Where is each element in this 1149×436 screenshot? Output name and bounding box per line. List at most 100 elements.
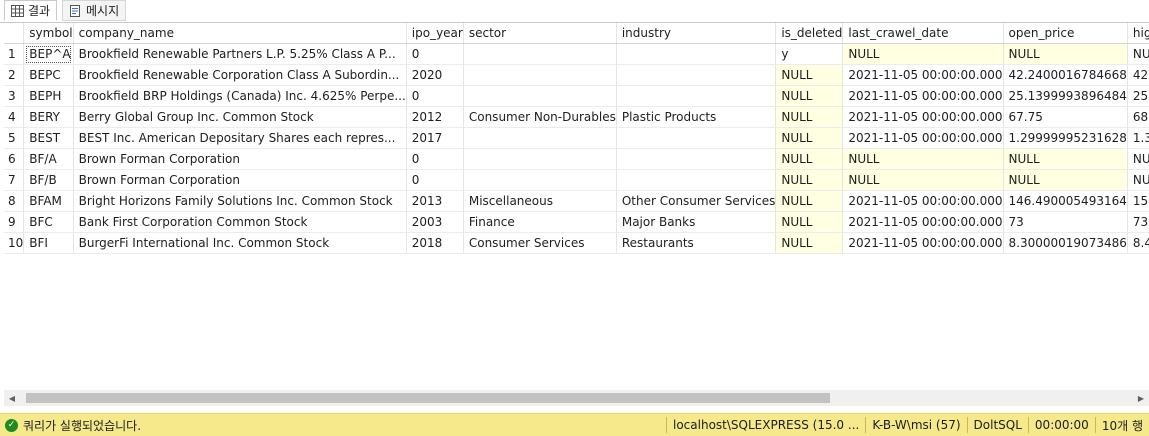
table-cell[interactable]: BERY — [23, 106, 74, 128]
horizontal-scrollbar[interactable]: ◀ ▶ — [4, 390, 1149, 406]
table-cell[interactable]: BEPC — [23, 64, 74, 86]
column-header[interactable]: industry — [616, 23, 777, 44]
table-cell[interactable]: BF/A — [23, 148, 74, 170]
column-header[interactable]: ipo_year — [406, 23, 464, 44]
table-cell[interactable]: NULL — [1003, 148, 1128, 170]
table-cell[interactable]: NULL — [842, 169, 1004, 191]
table-cell[interactable]: 8.30000019073486 — [1003, 232, 1128, 254]
table-cell[interactable]: Bright Horizons Family Solutions Inc. Co… — [73, 190, 407, 212]
table-cell[interactable]: Berry Global Group Inc. Common Stock — [73, 106, 407, 128]
table-cell[interactable]: 25. — [1127, 85, 1149, 107]
table-cell[interactable]: 2018 — [406, 232, 464, 254]
row-number-header[interactable] — [4, 23, 25, 44]
table-cell[interactable] — [616, 127, 777, 149]
table-cell[interactable]: NULL — [1003, 169, 1128, 191]
table-cell[interactable]: NULL — [842, 43, 1004, 65]
table-cell[interactable]: Miscellaneous — [463, 190, 617, 212]
table-cell[interactable]: 1.3 — [1127, 127, 1149, 149]
table-cell[interactable]: Consumer Non-Durables — [463, 106, 617, 128]
table-cell[interactable]: 0 — [406, 169, 464, 191]
table-cell[interactable] — [616, 148, 777, 170]
table-cell[interactable]: Brown Forman Corporation — [73, 169, 407, 191]
table-cell[interactable] — [616, 64, 777, 86]
table-cell[interactable]: 67.75 — [1003, 106, 1128, 128]
table-cell[interactable]: BEP^A — [23, 43, 74, 65]
table-cell[interactable]: 2020 — [406, 64, 464, 86]
table-row[interactable]: 7 BF/B Brown Forman Corporation 0 NULL NULL NU… — [4, 169, 1149, 191]
table-cell[interactable]: Finance — [463, 211, 617, 233]
table-cell[interactable]: 2021-11-05 00:00:00.000 — [842, 190, 1004, 212]
table-cell[interactable]: Brookfield Renewable Partners L.P. 5.25%… — [73, 43, 407, 65]
table-cell[interactable]: BEST — [23, 127, 74, 149]
table-cell[interactable]: BurgerFi International Inc. Common Stock — [73, 232, 407, 254]
scroll-left-icon[interactable]: ◀ — [4, 390, 20, 406]
table-cell[interactable]: 42. — [1127, 64, 1149, 86]
scroll-right-icon[interactable]: ▶ — [1133, 390, 1149, 406]
table-cell[interactable]: 146.490005493164 — [1003, 190, 1128, 212]
table-cell[interactable] — [616, 169, 777, 191]
table-cell[interactable]: NULL — [1003, 43, 1128, 65]
table-row[interactable]: 10 BFI BurgerFi International Inc. Common … — [4, 232, 1149, 254]
table-cell[interactable]: 73 — [1003, 211, 1128, 233]
table-cell[interactable]: NULL — [775, 106, 844, 128]
table-cell[interactable]: Consumer Services — [463, 232, 617, 254]
table-cell[interactable] — [616, 43, 777, 65]
table-cell[interactable]: BEPH — [23, 85, 74, 107]
row-number[interactable]: 10 — [4, 232, 25, 254]
table-cell[interactable]: Restaurants — [616, 232, 777, 254]
row-number[interactable]: 3 — [4, 85, 25, 107]
table-cell[interactable]: 2021-11-05 00:00:00.000 — [842, 64, 1004, 86]
table-cell[interactable]: Brookfield Renewable Corporation Class A… — [73, 64, 407, 86]
table-cell[interactable]: 25.1399993896484 — [1003, 85, 1128, 107]
table-cell[interactable]: 0 — [406, 85, 464, 107]
row-number[interactable]: 2 — [4, 64, 25, 86]
table-row[interactable]: 1 BEP^A Brookfield Renewable Partners L.P.… — [4, 43, 1149, 65]
tab-messages[interactable]: 메시지 — [62, 0, 127, 21]
table-cell[interactable]: BFAM — [23, 190, 74, 212]
row-number[interactable]: 1 — [4, 43, 25, 65]
table-cell[interactable]: Other Consumer Services — [616, 190, 777, 212]
table-cell[interactable] — [463, 85, 617, 107]
table-row[interactable]: 3 BEPH Brookfield BRP Holdings (Canada) In… — [4, 85, 1149, 107]
table-cell[interactable]: NULL — [775, 232, 844, 254]
table-cell[interactable]: 1.29999995231628 — [1003, 127, 1128, 149]
table-cell[interactable]: BF/B — [23, 169, 74, 191]
table-cell[interactable]: 2003 — [406, 211, 464, 233]
table-cell[interactable] — [463, 148, 617, 170]
table-cell[interactable]: 2021-11-05 00:00:00.000 — [842, 127, 1004, 149]
results-grid[interactable]: symbol company_name ipo_year sector indu… — [0, 22, 1149, 392]
column-header[interactable]: last_crawel_date — [842, 23, 1004, 44]
table-row[interactable]: 5 BEST BEST Inc. American Depositary Share… — [4, 127, 1149, 149]
table-cell[interactable] — [463, 169, 617, 191]
table-cell[interactable]: Bank First Corporation Common Stock — [73, 211, 407, 233]
table-row[interactable]: 9 BFC Bank First Corporation Common Stock 2… — [4, 211, 1149, 233]
table-row[interactable]: 6 BF/A Brown Forman Corporation 0 NULL NULL NU… — [4, 148, 1149, 170]
table-cell[interactable]: 8.4 — [1127, 232, 1149, 254]
table-cell[interactable] — [463, 64, 617, 86]
table-cell[interactable] — [463, 43, 617, 65]
table-cell[interactable]: BFI — [23, 232, 74, 254]
table-cell[interactable]: NU — [1127, 43, 1149, 65]
table-cell[interactable] — [616, 85, 777, 107]
table-cell[interactable]: 42.2400016784668 — [1003, 64, 1128, 86]
table-cell[interactable]: 150 — [1127, 190, 1149, 212]
scrollbar-thumb[interactable] — [26, 393, 830, 403]
column-header[interactable]: sector — [463, 23, 617, 44]
table-cell[interactable]: NULL — [775, 190, 844, 212]
table-cell[interactable]: Major Banks — [616, 211, 777, 233]
table-cell[interactable]: BFC — [23, 211, 74, 233]
table-cell[interactable]: 2013 — [406, 190, 464, 212]
table-cell[interactable]: Brookfield BRP Holdings (Canada) Inc. 4.… — [73, 85, 407, 107]
table-cell[interactable]: 68. — [1127, 106, 1149, 128]
column-header[interactable]: symbol — [23, 23, 74, 44]
table-cell[interactable]: NULL — [775, 169, 844, 191]
table-cell[interactable] — [463, 127, 617, 149]
table-cell[interactable]: BEST Inc. American Depositary Shares eac… — [73, 127, 407, 149]
table-cell[interactable]: NULL — [842, 148, 1004, 170]
table-cell[interactable]: NULL — [775, 85, 844, 107]
row-number[interactable]: 9 — [4, 211, 25, 233]
table-cell[interactable]: 2021-11-05 00:00:00.000 — [842, 211, 1004, 233]
tab-results[interactable]: 결과 — [4, 0, 58, 21]
table-row[interactable]: 2 BEPC Brookfield Renewable Corporation Cl… — [4, 64, 1149, 86]
row-number[interactable]: 4 — [4, 106, 25, 128]
